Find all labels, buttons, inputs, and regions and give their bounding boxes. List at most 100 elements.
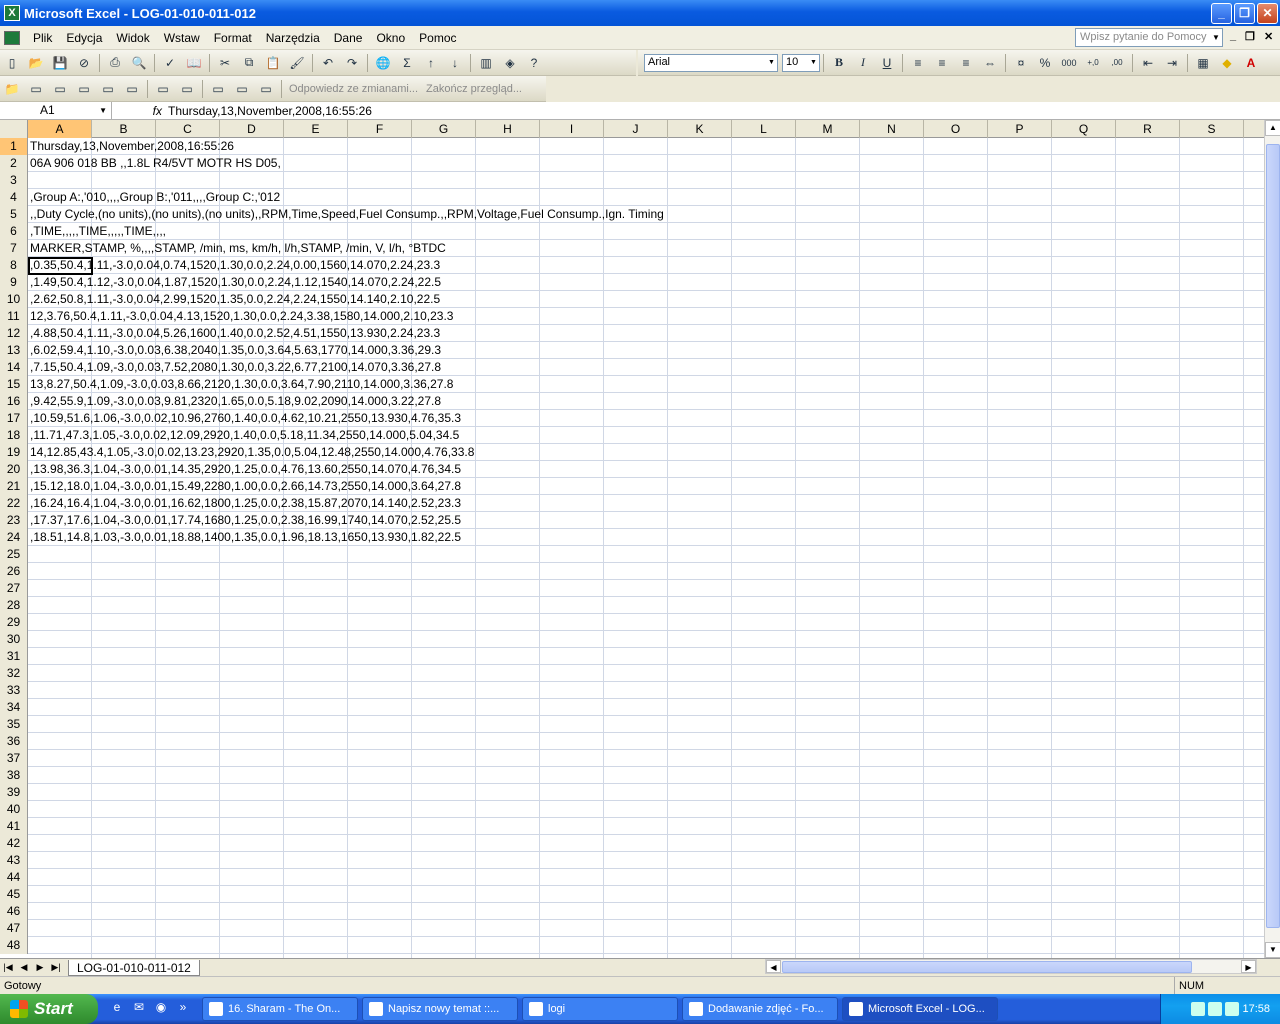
decrease-decimal-icon[interactable]: ,00: [1106, 52, 1128, 74]
row-header[interactable]: 10: [0, 291, 28, 308]
row-header[interactable]: 29: [0, 614, 28, 631]
end-review-button[interactable]: Zakończ przegląd...: [422, 83, 526, 95]
row-header[interactable]: 32: [0, 665, 28, 682]
row-header[interactable]: 18: [0, 427, 28, 444]
row-header[interactable]: 31: [0, 648, 28, 665]
row-header[interactable]: 5: [0, 206, 28, 223]
cell-a15[interactable]: 13,8.27,50.4,1.09,-3.0,0.03,8.66,2120,1.…: [29, 376, 453, 392]
cell-a7[interactable]: MARKER,STAMP, %,,,,STAMP, /min, ms, km/h…: [29, 240, 446, 256]
paste-icon[interactable]: 📋: [262, 52, 284, 74]
cell-a10[interactable]: ,2.62,50.8,1.11,-3.0,0.04,2.99,1520,1.35…: [29, 291, 440, 307]
doc-restore-button[interactable]: ❐: [1245, 30, 1255, 43]
excel-app-icon[interactable]: X: [4, 5, 20, 21]
cell-a1[interactable]: Thursday,13,November,2008,16:55:26: [29, 138, 234, 154]
more-icon[interactable]: »: [174, 1000, 192, 1018]
borders-icon[interactable]: ▦: [1192, 52, 1214, 74]
taskbar-item-excel[interactable]: Microsoft Excel - LOG...: [842, 997, 998, 1021]
review-icon[interactable]: ▭: [97, 78, 119, 100]
row-header[interactable]: 26: [0, 563, 28, 580]
row-header[interactable]: 40: [0, 801, 28, 818]
column-header[interactable]: M: [796, 120, 860, 138]
decrease-indent-icon[interactable]: ⇤: [1137, 52, 1159, 74]
row-header[interactable]: 34: [0, 699, 28, 716]
row-header[interactable]: 15: [0, 376, 28, 393]
scroll-right-icon[interactable]: ▶: [1241, 960, 1256, 973]
undo-icon[interactable]: ↶: [317, 52, 339, 74]
column-header[interactable]: N: [860, 120, 924, 138]
percent-icon[interactable]: %: [1034, 52, 1056, 74]
network-icon[interactable]: [1191, 1002, 1206, 1016]
row-header[interactable]: 8: [0, 257, 28, 274]
bold-icon[interactable]: B: [828, 52, 850, 74]
fill-color-icon[interactable]: ◆: [1216, 52, 1238, 74]
reply-with-changes-button[interactable]: Odpowiedz ze zmianami...: [285, 83, 422, 95]
font-color-icon[interactable]: A: [1240, 52, 1262, 74]
help-icon[interactable]: ?: [523, 52, 545, 74]
row-header[interactable]: 2: [0, 155, 28, 172]
row-header[interactable]: 20: [0, 461, 28, 478]
row-header[interactable]: 46: [0, 903, 28, 920]
review-icon[interactable]: ▭: [152, 78, 174, 100]
research-icon[interactable]: 📖: [183, 52, 205, 74]
cell-a9[interactable]: ,1.49,50.4,1.12,-3.0,0.04,1.87,1520,1.30…: [29, 274, 441, 290]
row-header[interactable]: 44: [0, 869, 28, 886]
review-icon[interactable]: ▭: [176, 78, 198, 100]
volume-icon[interactable]: [1208, 1002, 1223, 1016]
menu-edycja[interactable]: Edycja: [59, 31, 109, 45]
cell-a4[interactable]: ,Group A:,'010,,,,Group B:,'011,,,,Group…: [29, 189, 280, 205]
row-header[interactable]: 9: [0, 274, 28, 291]
chevron-down-icon[interactable]: ▼: [99, 102, 107, 120]
row-header[interactable]: 11: [0, 308, 28, 325]
vertical-scrollbar[interactable]: ▲ ▼: [1264, 120, 1280, 958]
cell-a24[interactable]: ,18.51,14.8,1.03,-3.0,0.01,18.88,1400,1.…: [29, 529, 461, 545]
sort-ascending-icon[interactable]: ↑: [420, 52, 442, 74]
row-header[interactable]: 4: [0, 189, 28, 206]
row-header[interactable]: 1: [0, 138, 28, 155]
doc-close-button[interactable]: ✕: [1264, 30, 1273, 43]
row-header[interactable]: 39: [0, 784, 28, 801]
help-search-input[interactable]: Wpisz pytanie do Pomocy ▼: [1075, 28, 1223, 47]
column-header[interactable]: R: [1116, 120, 1180, 138]
spelling-icon[interactable]: ✓: [159, 52, 181, 74]
print-icon[interactable]: ⎙: [104, 52, 126, 74]
column-header[interactable]: L: [732, 120, 796, 138]
column-header[interactable]: D: [220, 120, 284, 138]
column-header[interactable]: I: [540, 120, 604, 138]
cell-a18[interactable]: ,11.71,47.3,1.05,-3.0,0.02,12.09,2920,1.…: [29, 427, 459, 443]
cell-a22[interactable]: ,16.24,16.4,1.04,-3.0,0.01,16.62,1800,1.…: [29, 495, 461, 511]
row-header[interactable]: 16: [0, 393, 28, 410]
hyperlink-icon[interactable]: 🌐: [372, 52, 394, 74]
menu-wstaw[interactable]: Wstaw: [157, 31, 207, 45]
chevron-down-icon[interactable]: ▼: [1210, 29, 1222, 46]
browser-icon[interactable]: e: [108, 1000, 126, 1018]
underline-icon[interactable]: U: [876, 52, 898, 74]
increase-indent-icon[interactable]: ⇥: [1161, 52, 1183, 74]
sheet-tab[interactable]: LOG-01-010-011-012: [68, 959, 200, 976]
cell-a13[interactable]: ,6.02,59.4,1.10,-3.0,0.03,6.38,2040,1.35…: [29, 342, 441, 358]
chevron-down-icon[interactable]: ▼: [808, 55, 819, 71]
italic-icon[interactable]: I: [852, 52, 874, 74]
cell-a21[interactable]: ,15.12,18.0,1.04,-3.0,0.01,15.49,2280,1.…: [29, 478, 461, 494]
worksheet-grid[interactable]: ABCDEFGHIJKLMNOPQRS 1 Thursday,13,Novembe…: [0, 120, 1264, 958]
prev-sheet-icon[interactable]: ◀: [16, 962, 32, 973]
drawing-icon[interactable]: ◈: [499, 52, 521, 74]
next-sheet-icon[interactable]: ▶: [32, 962, 48, 973]
cut-icon[interactable]: ✂: [214, 52, 236, 74]
row-header[interactable]: 35: [0, 716, 28, 733]
taskbar-item-photos[interactable]: Dodawanie zdjęć - Fo...: [682, 997, 838, 1021]
sort-descending-icon[interactable]: ↓: [444, 52, 466, 74]
align-left-icon[interactable]: ≡: [907, 52, 929, 74]
review-icon[interactable]: ▭: [231, 78, 253, 100]
horizontal-scrollbar[interactable]: ◀ ▶: [765, 959, 1257, 974]
row-header[interactable]: 19: [0, 444, 28, 461]
review-icon[interactable]: ▭: [255, 78, 277, 100]
cell-a12[interactable]: ,4.88,50.4,1.11,-3.0,0.04,5.26,1600,1.40…: [29, 325, 440, 341]
column-header[interactable]: J: [604, 120, 668, 138]
column-header[interactable]: F: [348, 120, 412, 138]
row-header[interactable]: 38: [0, 767, 28, 784]
column-header[interactable]: O: [924, 120, 988, 138]
review-icon[interactable]: ▭: [73, 78, 95, 100]
restore-button[interactable]: ❐: [1234, 2, 1255, 24]
column-header[interactable]: A: [28, 120, 92, 138]
cell-a2[interactable]: 06A 906 018 BB ,,1.8L R4/5VT MOTR HS D05…: [29, 155, 281, 171]
